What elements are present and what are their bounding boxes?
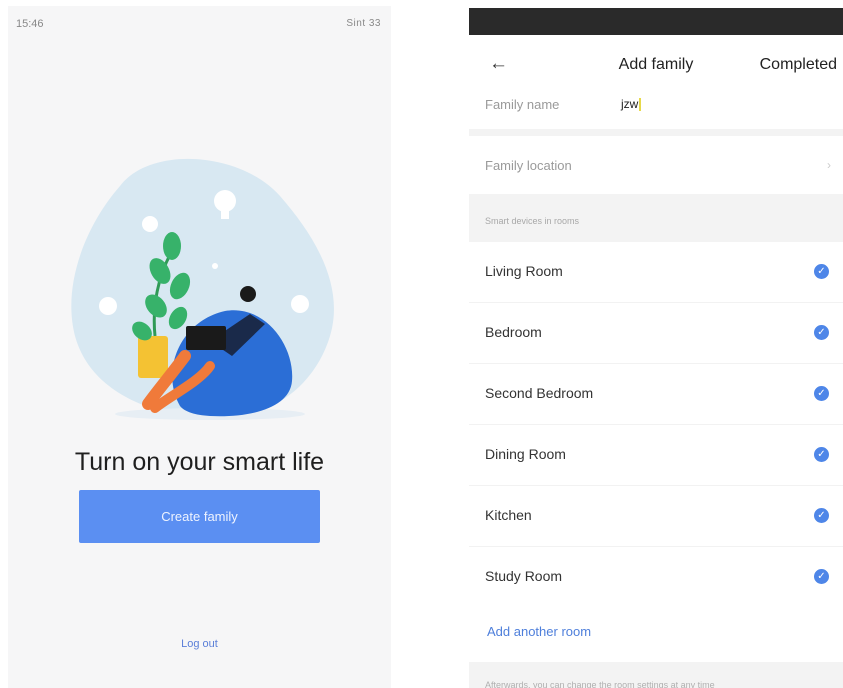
footer-note: Afterwards, you can change the room sett… bbox=[485, 680, 715, 688]
room-name: Bedroom bbox=[485, 324, 542, 340]
bubble-icon bbox=[99, 297, 117, 315]
status-icons: Sint 33 bbox=[346, 18, 381, 29]
status-bar bbox=[469, 8, 843, 35]
list-item[interactable]: Dining Room ✓ bbox=[469, 425, 843, 486]
smart-life-illustration bbox=[71, 158, 334, 420]
check-circle-icon[interactable]: ✓ bbox=[814, 508, 829, 523]
check-circle-icon[interactable]: ✓ bbox=[814, 386, 829, 401]
page-headline: Turn on your smart life bbox=[74, 448, 325, 476]
check-circle-icon[interactable]: ✓ bbox=[814, 325, 829, 340]
status-time: 15:46 bbox=[16, 18, 44, 30]
nav-bar: ← Add family Completed bbox=[469, 35, 843, 95]
room-name: Second Bedroom bbox=[485, 385, 594, 401]
add-room-button[interactable]: Add another room bbox=[469, 602, 843, 662]
family-name-label: Family name bbox=[485, 97, 560, 112]
check-circle-icon[interactable]: ✓ bbox=[814, 264, 829, 279]
add-family-screen: ← Add family Completed Family name jzw F… bbox=[469, 8, 843, 688]
family-name-row[interactable]: Family name jzw bbox=[469, 87, 843, 129]
list-item[interactable]: Living Room ✓ bbox=[469, 242, 843, 303]
list-item[interactable]: Study Room ✓ bbox=[469, 547, 843, 608]
bubble-icon bbox=[142, 216, 158, 232]
room-list: Living Room ✓ Bedroom ✓ Second Bedroom ✓… bbox=[469, 242, 843, 608]
family-name-input[interactable]: jzw bbox=[621, 97, 642, 112]
chevron-right-icon: › bbox=[827, 158, 831, 172]
family-name-value: jzw bbox=[621, 97, 639, 111]
room-name: Study Room bbox=[485, 568, 563, 584]
check-circle-icon[interactable]: ✓ bbox=[814, 569, 829, 584]
list-item[interactable]: Second Bedroom ✓ bbox=[469, 364, 843, 425]
bubble-icon bbox=[291, 295, 309, 313]
list-item[interactable]: Kitchen ✓ bbox=[469, 486, 843, 547]
logout-link[interactable]: Log out bbox=[8, 638, 391, 650]
create-family-button[interactable]: Create family bbox=[79, 490, 320, 543]
room-name: Living Room bbox=[485, 263, 563, 279]
list-item[interactable]: Bedroom ✓ bbox=[469, 303, 843, 364]
add-room-label: Add another room bbox=[487, 624, 592, 639]
room-name: Dining Room bbox=[485, 446, 566, 462]
check-circle-icon[interactable]: ✓ bbox=[814, 447, 829, 462]
text-cursor bbox=[639, 98, 642, 112]
section-header: Smart devices in rooms bbox=[485, 216, 580, 226]
family-location-label: Family location bbox=[485, 158, 572, 173]
status-bar: 15:46 Sint 33 bbox=[8, 6, 391, 40]
completed-button[interactable]: Completed bbox=[760, 56, 837, 74]
room-name: Kitchen bbox=[485, 507, 532, 523]
welcome-screen: 15:46 Sint 33 Turn on your smart life Cr… bbox=[8, 6, 391, 688]
family-location-row[interactable]: Family location › bbox=[469, 136, 843, 194]
